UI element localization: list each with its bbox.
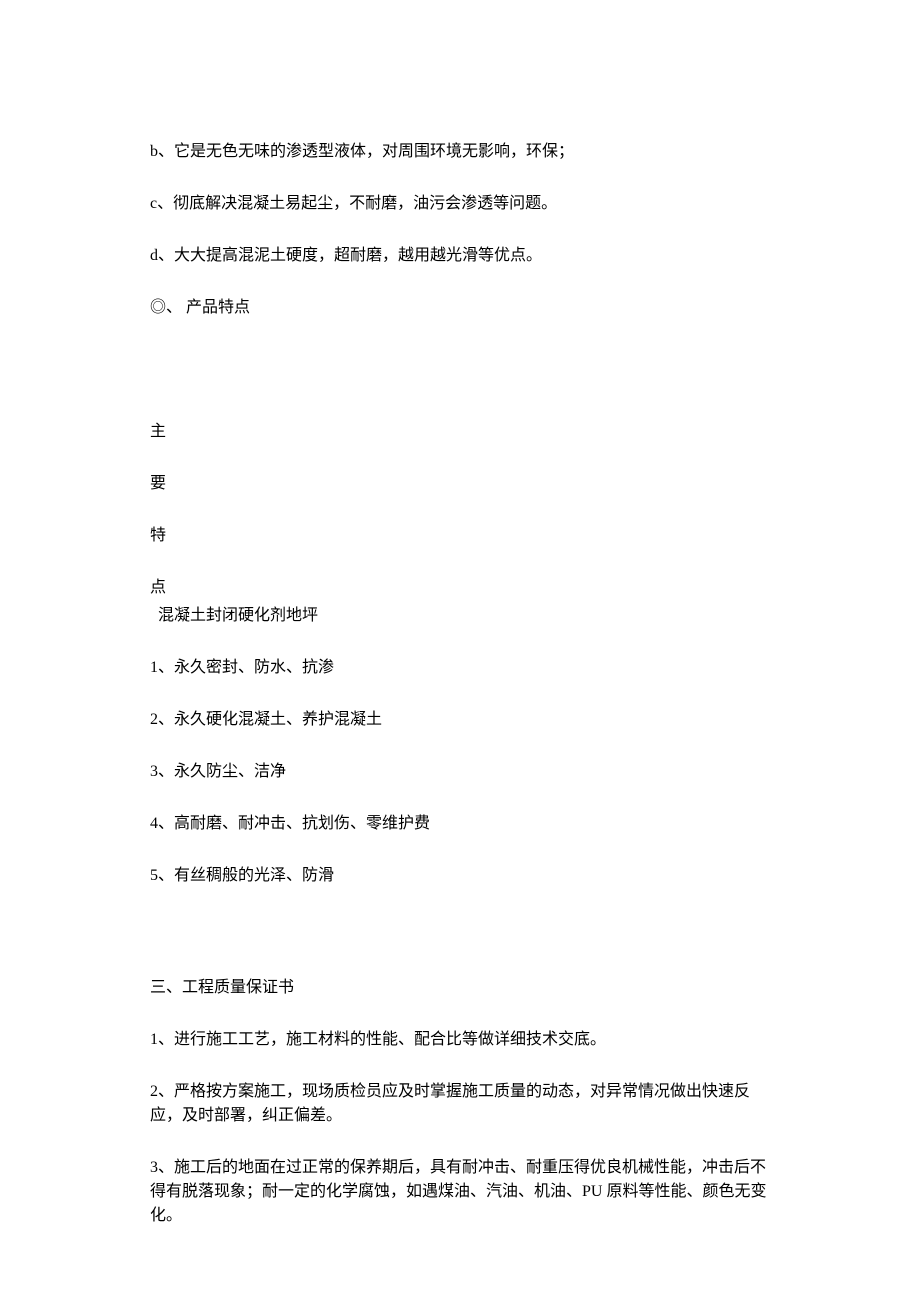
section-3-item-1: 1、进行施工工艺，施工材料的性能、配合比等做详细技术交底。 [150,1028,770,1052]
section-3-item-3: 3、施工后的地面在过正常的保养期后，具有耐冲击、耐重压得优良机械性能，冲击后不得… [150,1156,770,1228]
feature-1: 1、永久密封、防水、抗渗 [150,656,770,680]
feature-2: 2、永久硬化混凝土、养护混凝土 [150,708,770,732]
vert-char-4: 点 [150,576,770,600]
vert-char-2: 要 [150,472,770,496]
product-features-heading: ◎、 产品特点 [150,296,770,320]
sub-heading: 混凝土封闭硬化剂地坪 [158,604,770,628]
spacer [150,916,770,976]
section-3-item-2: 2、严格按方案施工，现场质检员应及时掌握施工质量的动态，对异常情况做出快速反应，… [150,1080,770,1128]
feature-3: 3、永久防尘、洁净 [150,760,770,784]
vert-char-3: 特 [150,524,770,548]
section-3-heading: 三、工程质量保证书 [150,976,770,1000]
vert-char-1: 主 [150,420,770,444]
feature-5: 5、有丝稠般的光泽、防滑 [150,864,770,888]
item-d: d、大大提高混泥土硬度，超耐磨，越用越光滑等优点。 [150,244,770,268]
document-page: b、它是无色无味的渗透型液体，对周围环境无影响，环保； c、彻底解决混凝土易起尘… [0,0,920,1316]
feature-4: 4、高耐磨、耐冲击、抗划伤、零维护费 [150,812,770,836]
item-c: c、彻底解决混凝土易起尘，不耐磨，油污会渗透等问题。 [150,192,770,216]
item-b: b、它是无色无味的渗透型液体，对周围环境无影响，环保； [150,140,770,164]
